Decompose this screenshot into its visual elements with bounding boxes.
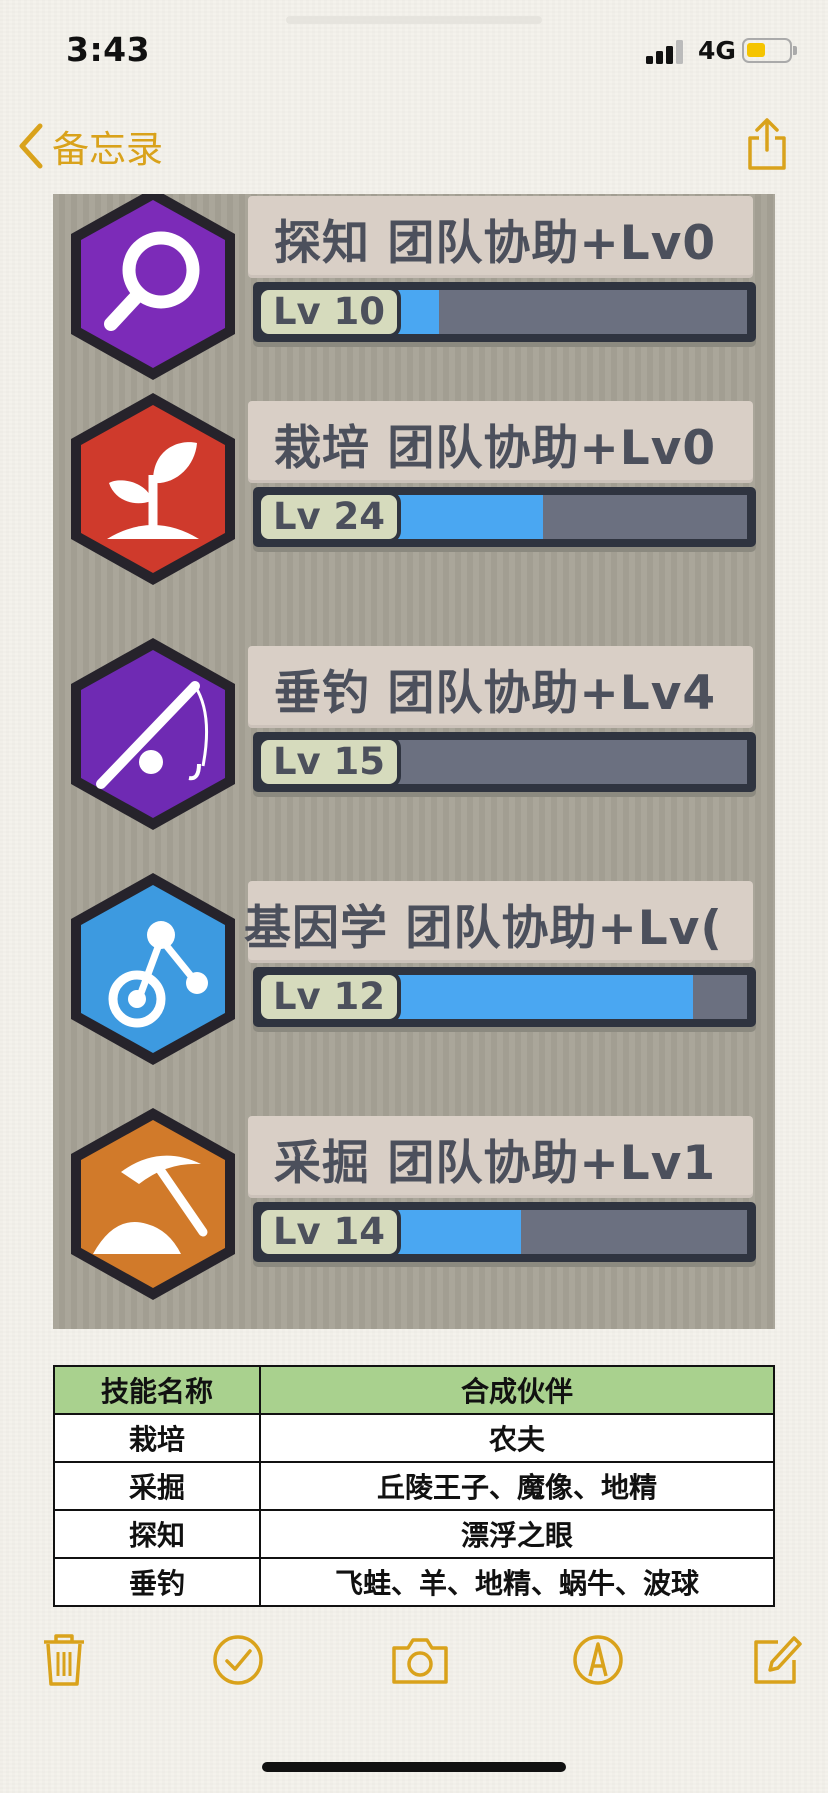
fishing-rod-icon (71, 638, 235, 830)
battery-icon (742, 38, 797, 63)
level-badge: Lv 10 (257, 286, 401, 338)
table-header-row: 技能名称 合成伙伴 (53, 1365, 775, 1415)
table-row: 栽培 农夫 (53, 1413, 775, 1463)
camera-icon[interactable] (390, 1630, 450, 1690)
skill-name-panel: 采掘 团队协助+Lv1 (248, 1116, 753, 1198)
cell-partner: 漂浮之眼 (259, 1509, 775, 1559)
skill-row-0: 探知 团队协助+Lv0 Lv 10 (53, 194, 775, 404)
table-row: 采掘 丘陵王子、魔像、地精 (53, 1461, 775, 1511)
skill-name-panel: 探知 团队协助+Lv0 (248, 196, 753, 278)
cell-partner: 飞蛙、羊、地精、蜗牛、波球 (259, 1557, 775, 1607)
status-time: 3:43 (66, 30, 151, 69)
table-row: 垂钓 飞蛙、羊、地精、蜗牛、波球 (53, 1557, 775, 1607)
cell-partner: 农夫 (259, 1413, 775, 1463)
skill-progress: Lv 12 (253, 967, 756, 1027)
game-screenshot: 探知 团队协助+Lv0 Lv 10 栽培 团队协助+Lv0 Lv 24 垂钓 团… (53, 194, 775, 1329)
skill-row-4: 采掘 团队协助+Lv1 Lv 14 (53, 1104, 775, 1324)
plant-icon (71, 393, 235, 585)
skill-progress: Lv 15 (253, 732, 756, 792)
skill-name: 栽培 团队协助+Lv0 (274, 421, 717, 476)
back-button[interactable]: 备忘录 (16, 116, 163, 176)
pickaxe-icon (71, 1108, 235, 1300)
home-indicator (262, 1762, 566, 1772)
skill-row-3: 基因学 团队协助+Lv( Lv 12 (53, 869, 775, 1089)
level-badge: Lv 12 (257, 971, 401, 1023)
compose-icon[interactable] (748, 1630, 804, 1690)
progress-fill (389, 975, 694, 1019)
column-header-partner: 合成伙伴 (259, 1365, 775, 1415)
top-pill (286, 16, 542, 24)
table-row: 探知 漂浮之眼 (53, 1509, 775, 1559)
skill-name-panel: 垂钓 团队协助+Lv4 (248, 646, 753, 728)
skill-progress: Lv 24 (253, 487, 756, 547)
cell-skill: 栽培 (53, 1413, 261, 1463)
cell-partner: 丘陵王子、魔像、地精 (259, 1461, 775, 1511)
checklist-icon[interactable] (210, 1630, 266, 1690)
skill-name: 垂钓 团队协助+Lv4 (274, 666, 717, 721)
level-badge: Lv 14 (257, 1206, 401, 1258)
chevron-left-icon (19, 123, 43, 169)
skill-name-panel: 基因学 团队协助+Lv( (244, 881, 753, 963)
molecule-icon (71, 873, 235, 1065)
cell-skill: 采掘 (53, 1461, 261, 1511)
markup-icon[interactable] (570, 1630, 626, 1690)
skill-name-panel: 栽培 团队协助+Lv0 (248, 401, 753, 483)
cell-skill: 垂钓 (53, 1557, 261, 1607)
skill-name: 基因学 团队协助+Lv( (244, 901, 723, 956)
network-type: 4G (698, 36, 736, 65)
skill-row-1: 栽培 团队协助+Lv0 Lv 24 (53, 389, 775, 609)
bottom-toolbar (0, 1630, 828, 1710)
signal-icon (646, 40, 686, 64)
trash-icon[interactable] (36, 1630, 92, 1690)
skill-name: 采掘 团队协助+Lv1 (274, 1136, 717, 1191)
status-bar: 3:43 4G (0, 0, 828, 100)
level-badge: Lv 24 (257, 491, 401, 543)
progress-fill (389, 1210, 522, 1254)
progress-fill (389, 495, 543, 539)
magnifier-icon (71, 194, 235, 380)
share-icon[interactable] (744, 116, 790, 172)
skill-progress: Lv 10 (253, 282, 756, 342)
skill-row-2: 垂钓 团队协助+Lv4 Lv 15 (53, 634, 775, 854)
back-label: 备忘录 (52, 128, 163, 171)
skill-progress: Lv 14 (253, 1202, 756, 1262)
skill-partner-table: 技能名称 合成伙伴 栽培 农夫 采掘 丘陵王子、魔像、地精 探知 漂浮之眼 垂钓… (53, 1365, 775, 1607)
skill-name: 探知 团队协助+Lv0 (274, 216, 717, 271)
cell-skill: 探知 (53, 1509, 261, 1559)
battery-level (747, 43, 765, 57)
column-header-skill: 技能名称 (53, 1365, 261, 1415)
level-badge: Lv 15 (257, 736, 401, 788)
